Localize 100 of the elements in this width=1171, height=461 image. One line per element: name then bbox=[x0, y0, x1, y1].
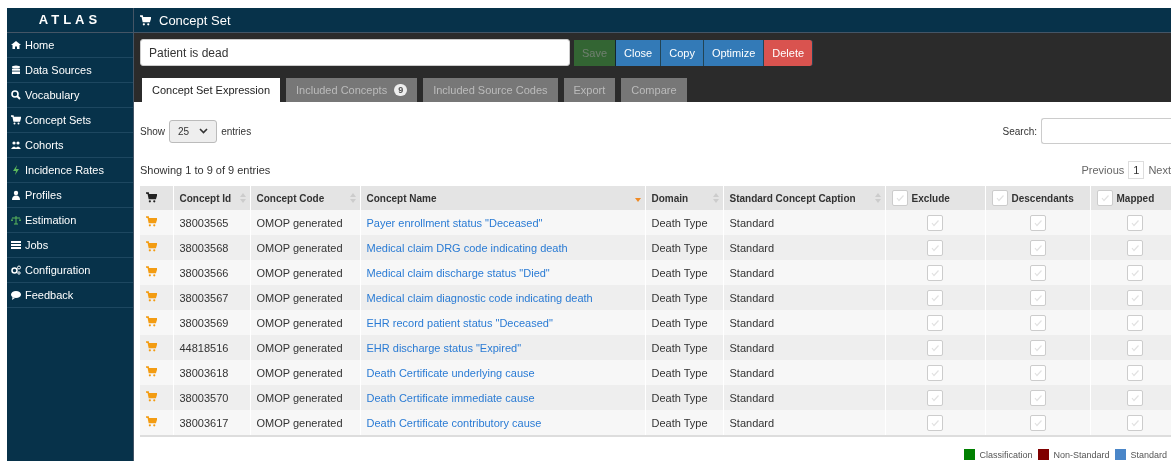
cart-icon[interactable] bbox=[146, 391, 157, 402]
concept-link[interactable]: Medical claim discharge status "Died" bbox=[366, 266, 550, 279]
sidebar-item[interactable]: Estimation bbox=[7, 208, 133, 233]
cart-icon[interactable] bbox=[146, 291, 157, 302]
checkmark-icon bbox=[1032, 317, 1043, 328]
checkmark-icon bbox=[1130, 392, 1140, 403]
checkmark-icon bbox=[930, 342, 940, 353]
page-link[interactable]: 1 bbox=[1128, 161, 1145, 179]
lightning-icon bbox=[11, 165, 21, 175]
checkbox[interactable] bbox=[1029, 364, 1046, 381]
column-header[interactable]: Descendants bbox=[985, 186, 1090, 210]
checkbox[interactable] bbox=[927, 239, 943, 256]
checkbox[interactable] bbox=[1127, 239, 1143, 256]
list-icon bbox=[11, 240, 21, 250]
tab[interactable]: Concept Set Expression bbox=[142, 78, 280, 102]
checkbox[interactable] bbox=[991, 190, 1008, 206]
previous-link[interactable]: Previous bbox=[1081, 164, 1125, 176]
search-field[interactable] bbox=[1041, 118, 1171, 144]
column-header[interactable]: Domain bbox=[645, 186, 723, 210]
checkbox[interactable] bbox=[1029, 214, 1046, 231]
cart-icon[interactable] bbox=[146, 316, 157, 327]
cart-icon[interactable] bbox=[146, 241, 157, 252]
checkbox[interactable] bbox=[1127, 389, 1143, 406]
checkbox[interactable] bbox=[927, 314, 943, 331]
legend-label: Classification bbox=[979, 449, 1033, 460]
cart-icon[interactable] bbox=[146, 216, 157, 227]
checkbox[interactable] bbox=[1096, 190, 1113, 206]
checkbox[interactable] bbox=[1029, 339, 1046, 356]
column-header[interactable] bbox=[140, 186, 173, 210]
checkmark-icon bbox=[1099, 193, 1110, 203]
database-icon bbox=[11, 65, 21, 75]
speech-bubble-icon bbox=[11, 290, 21, 300]
column-header[interactable]: Concept Code bbox=[250, 186, 360, 210]
checkbox[interactable] bbox=[1127, 289, 1143, 306]
checkbox[interactable] bbox=[927, 264, 943, 281]
column-header[interactable]: Concept Name bbox=[360, 186, 645, 210]
checkbox[interactable] bbox=[1127, 264, 1143, 281]
sidebar-item[interactable]: Cohorts bbox=[7, 133, 133, 158]
column-header[interactable]: Concept Id bbox=[173, 186, 250, 210]
sidebar-item[interactable]: Concept Sets bbox=[7, 108, 133, 133]
action-button[interactable]: Close bbox=[616, 39, 662, 66]
concept-link[interactable]: Medical claim DRG code indicating death bbox=[366, 241, 568, 254]
tab[interactable]: Included Concepts 9 bbox=[286, 78, 418, 102]
checkbox[interactable] bbox=[927, 214, 943, 231]
cart-icon[interactable] bbox=[146, 366, 157, 377]
sidebar-item[interactable]: Feedback bbox=[7, 283, 133, 308]
checkbox[interactable] bbox=[927, 289, 943, 306]
concept-link[interactable]: EHR discharge status "Expired" bbox=[366, 341, 522, 354]
cart-icon bbox=[11, 115, 21, 125]
checkbox[interactable] bbox=[1029, 239, 1046, 256]
delete-button[interactable]: Delete bbox=[764, 39, 814, 66]
action-button[interactable]: Copy bbox=[661, 39, 704, 66]
checkbox[interactable] bbox=[1029, 264, 1046, 281]
cart-icon[interactable] bbox=[146, 341, 157, 352]
concept-link[interactable]: Medical claim diagnostic code indicating death bbox=[366, 291, 593, 304]
checkbox[interactable] bbox=[1029, 389, 1046, 406]
cart-icon[interactable] bbox=[146, 416, 157, 427]
column-header[interactable]: Standard Concept Caption bbox=[723, 186, 885, 210]
sidebar-item[interactable]: Configuration bbox=[7, 258, 133, 283]
concept-link[interactable]: Death Certificate underlying cause bbox=[366, 366, 535, 379]
sidebar-item[interactable]: Home bbox=[7, 33, 133, 58]
sidebar-item[interactable]: Vocabulary bbox=[7, 83, 133, 108]
checkbox[interactable] bbox=[927, 339, 943, 356]
checkbox[interactable] bbox=[1127, 339, 1143, 356]
concept-link[interactable]: Death Certificate immediate cause bbox=[366, 391, 535, 404]
column-header[interactable]: Mapped bbox=[1090, 186, 1171, 210]
name-field[interactable]: Patient is dead bbox=[140, 39, 570, 66]
checkbox[interactable] bbox=[1127, 364, 1143, 381]
checkmark-icon bbox=[930, 367, 940, 378]
checkbox[interactable] bbox=[1127, 214, 1143, 231]
checkbox[interactable] bbox=[1127, 314, 1143, 331]
table-cell: Death Type bbox=[645, 410, 723, 436]
sidebar-item[interactable]: Incidence Rates bbox=[7, 158, 133, 183]
search-label: Search: bbox=[1002, 125, 1037, 137]
checkbox[interactable] bbox=[927, 389, 943, 406]
next-link[interactable]: Next bbox=[1148, 164, 1171, 176]
checkbox[interactable] bbox=[927, 364, 943, 381]
checkmark-icon bbox=[1130, 317, 1140, 328]
sidebar-item[interactable]: Data Sources bbox=[7, 58, 133, 83]
entries-dropdown[interactable]: 25 bbox=[169, 119, 218, 143]
checkbox[interactable] bbox=[891, 190, 908, 206]
app-logo: ATLAS bbox=[7, 8, 133, 33]
concept-link[interactable]: EHR record patient status "Deceased" bbox=[366, 316, 553, 329]
sidebar-item[interactable]: Jobs bbox=[7, 233, 133, 258]
sidebar-item[interactable]: Profiles bbox=[7, 183, 133, 208]
checkmark-icon bbox=[1032, 367, 1043, 378]
checkmark-icon bbox=[930, 317, 940, 328]
checkbox[interactable] bbox=[1029, 314, 1046, 331]
action-button[interactable]: Optimize bbox=[703, 39, 765, 66]
concept-link[interactable]: Payer enrollment status "Deceased" bbox=[366, 216, 543, 229]
concept-link[interactable]: Death Certificate contributory cause bbox=[366, 416, 542, 429]
column-header[interactable]: Exclude bbox=[885, 186, 985, 210]
home-icon bbox=[11, 40, 21, 50]
checkbox[interactable] bbox=[1127, 414, 1143, 431]
checkmark-icon bbox=[1130, 267, 1140, 278]
checkbox[interactable] bbox=[1029, 414, 1046, 431]
checkmark-icon bbox=[1130, 242, 1140, 253]
checkbox[interactable] bbox=[1029, 289, 1046, 306]
checkbox[interactable] bbox=[927, 414, 943, 431]
cart-icon[interactable] bbox=[146, 266, 157, 277]
